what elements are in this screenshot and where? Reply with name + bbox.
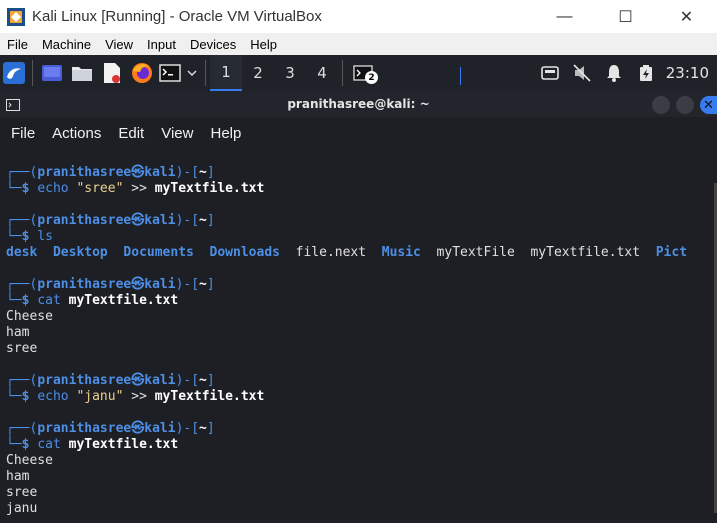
- output-line: Cheese: [6, 453, 53, 468]
- system-tray: 23:10: [534, 55, 717, 91]
- prompt-line: ┌──(pranithasree㉿kali)-[~]: [6, 165, 215, 180]
- task-count-badge: 2: [365, 71, 378, 84]
- terminal-menu-help[interactable]: Help: [199, 125, 247, 142]
- workspace-3[interactable]: 3: [274, 55, 306, 91]
- kali-menu-button[interactable]: [0, 55, 28, 91]
- minimize-icon: —: [556, 7, 573, 25]
- output-line: sree: [6, 485, 38, 500]
- chevron-down-icon: [187, 70, 197, 77]
- panel-separator: [32, 60, 33, 86]
- workspace-1[interactable]: 1: [210, 55, 242, 91]
- menu-help[interactable]: Help: [243, 37, 284, 52]
- close-button[interactable]: ✕: [656, 0, 717, 33]
- workspace-2[interactable]: 2: [242, 55, 274, 91]
- terminal-menu-actions[interactable]: Actions: [41, 125, 107, 142]
- folder-icon: [72, 67, 92, 81]
- ls-entry-dir: desk: [6, 245, 38, 260]
- show-desktop-button[interactable]: [37, 64, 67, 82]
- terminal-launcher-button[interactable]: [157, 64, 183, 82]
- command-line: └─$ echo "janu" >> myTextfile.txt: [6, 389, 265, 404]
- ls-entry-dir: Pict: [655, 245, 688, 260]
- command-line: └─$ cat myTextfile.txt: [6, 437, 179, 452]
- terminal-close-button[interactable]: ✕: [700, 96, 717, 114]
- menu-machine[interactable]: Machine: [35, 37, 98, 52]
- output-line: janu: [6, 501, 38, 516]
- menu-devices[interactable]: Devices: [183, 37, 243, 52]
- terminal-menu-file[interactable]: File: [0, 125, 41, 142]
- prompt-line: ┌──(pranithasree㉿kali)-[~]: [6, 277, 215, 292]
- panel-separator: [205, 60, 206, 86]
- firefox-icon: [132, 63, 152, 83]
- terminal-menu-edit[interactable]: Edit: [107, 125, 150, 142]
- panel-separator: [342, 60, 343, 86]
- window-title: Kali Linux [Running] - Oracle VM Virtual…: [32, 8, 322, 25]
- output-line: Cheese: [6, 309, 53, 324]
- display-tray-button[interactable]: [534, 55, 566, 91]
- workspace-1-label: 1: [221, 63, 231, 81]
- workspace-4[interactable]: 4: [306, 55, 338, 91]
- ls-entry-file: file.next: [295, 245, 367, 260]
- command-line: └─$ ls: [6, 229, 53, 244]
- terminal-output[interactable]: ┌──(pranithasree㉿kali)-[~] └─$ echo "sre…: [0, 149, 717, 523]
- panel-cursor-line: [460, 67, 461, 85]
- terminal-minimize-button[interactable]: [652, 96, 670, 114]
- terminal-menubar: File Actions Edit View Help: [0, 119, 717, 147]
- close-icon: ✕: [703, 97, 714, 113]
- terminal-menu-view[interactable]: View: [150, 125, 199, 142]
- notifications-tray-button[interactable]: [598, 55, 630, 91]
- output-line: ham: [6, 325, 30, 340]
- output-line: sree: [6, 341, 38, 356]
- maximize-icon: ☐: [618, 8, 633, 26]
- power-tray-button[interactable]: [630, 55, 662, 91]
- menu-file[interactable]: File: [0, 37, 35, 52]
- terminal-window-icon: [6, 99, 20, 111]
- terminal-titlebar: pranithasree@kali: ~ ✕: [0, 91, 717, 117]
- host-window-titlebar: Kali Linux [Running] - Oracle VM Virtual…: [0, 0, 717, 33]
- close-icon: ✕: [679, 8, 694, 26]
- prompt-line: ┌──(pranithasree㉿kali)-[~]: [6, 213, 215, 228]
- workspace-2-label: 2: [253, 64, 263, 82]
- command-line: └─$ cat myTextfile.txt: [6, 293, 179, 308]
- prompt-line: ┌──(pranithasree㉿kali)-[~]: [6, 373, 215, 388]
- ls-entry-file: myTextFile: [436, 245, 515, 260]
- volume-muted-icon: [573, 64, 591, 82]
- terminal-maximize-button[interactable]: [676, 96, 694, 114]
- panel-clock: 23:10: [665, 64, 709, 82]
- kali-dragon-icon: [3, 62, 25, 84]
- workspace-4-label: 4: [317, 64, 327, 82]
- virtualbox-icon: [7, 7, 25, 26]
- maximize-button[interactable]: ☐: [595, 0, 656, 33]
- terminal-title: pranithasree@kali: ~: [287, 97, 430, 111]
- battery-icon: [639, 65, 652, 81]
- volume-tray-button[interactable]: [566, 55, 598, 91]
- text-editor-button[interactable]: [97, 62, 127, 84]
- ls-entry-dir: Desktop: [52, 245, 108, 260]
- text-editor-icon: [104, 63, 120, 83]
- firefox-button[interactable]: [127, 62, 157, 84]
- command-line: └─$ echo "sree" >> myTextfile.txt: [6, 181, 265, 196]
- display-icon: [540, 66, 559, 80]
- file-manager-button[interactable]: [67, 64, 97, 82]
- menu-input[interactable]: Input: [140, 37, 183, 52]
- bell-icon: [606, 65, 621, 82]
- workspace-3-label: 3: [285, 64, 295, 82]
- vbox-menubar: File Machine View Input Devices Help: [0, 33, 717, 55]
- desktop-icon: [42, 65, 62, 81]
- taskbar-terminal-group[interactable]: 2: [347, 55, 379, 91]
- menu-view[interactable]: View: [98, 37, 140, 52]
- ls-entry-file: myTextfile.txt: [530, 245, 641, 260]
- ls-entry-dir: Documents: [123, 245, 194, 260]
- kali-top-panel: 1 2 3 4 2 23:10: [0, 55, 717, 91]
- minimize-button[interactable]: —: [534, 0, 595, 33]
- ls-entry-dir: Music: [381, 245, 421, 260]
- ls-output-line: desk Desktop Documents Downloads file.ne…: [6, 245, 687, 261]
- ls-entry-dir: Downloads: [209, 245, 280, 260]
- prompt-line: ┌──(pranithasree㉿kali)-[~]: [6, 421, 215, 436]
- terminal-dropdown[interactable]: [183, 69, 201, 77]
- output-line: ham: [6, 469, 30, 484]
- terminal-icon: [159, 64, 181, 82]
